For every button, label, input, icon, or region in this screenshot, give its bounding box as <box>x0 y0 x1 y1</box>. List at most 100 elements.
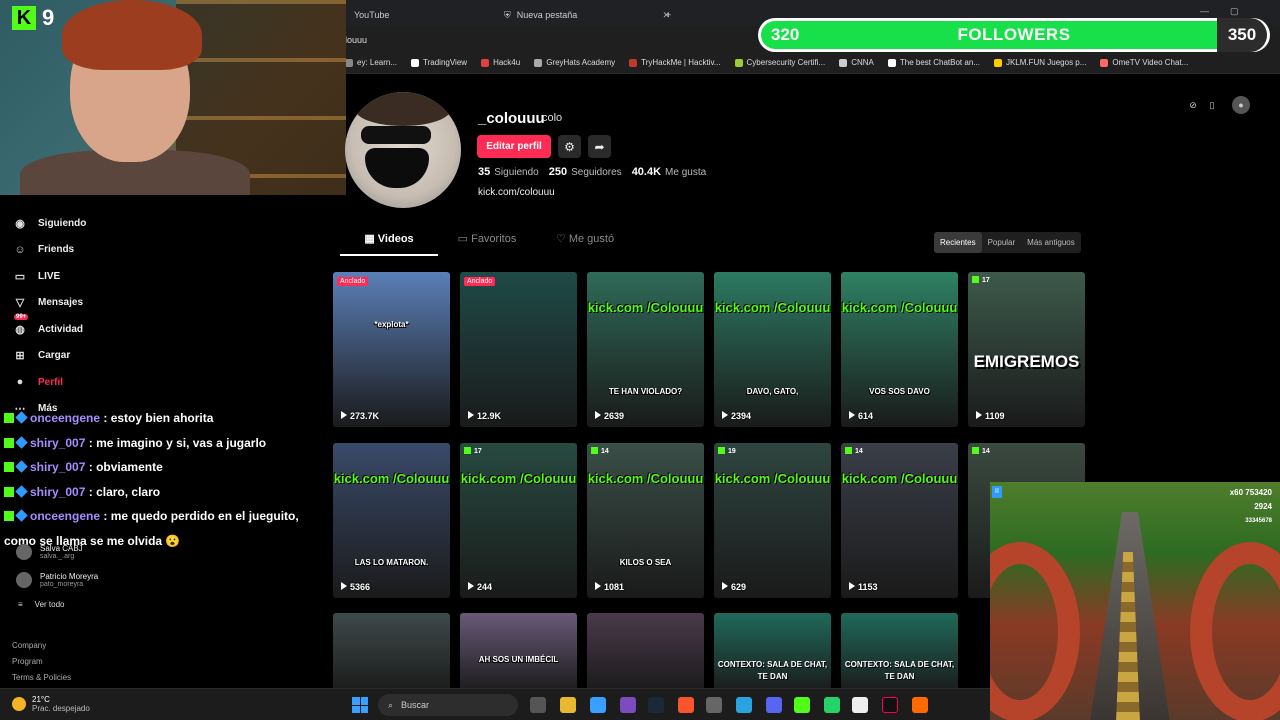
footer-link-company[interactable]: Company <box>12 638 71 654</box>
video-caption: CONTEXTO: SALA DE CHAT, TE DAN <box>717 660 828 681</box>
sidebar-item-cargar[interactable]: ⊞ Cargar <box>12 343 86 370</box>
file-explorer-icon[interactable] <box>560 697 576 713</box>
sidebar-item-mensajes[interactable]: ▽ Mensajes <box>12 290 86 317</box>
following-account[interactable]: Salva CABJ salva._.arg <box>16 538 98 566</box>
sub-badge-icon <box>15 509 28 522</box>
tab-new-tab[interactable]: ⛨ Nueva pestaña ✕ <box>496 4 678 26</box>
bookmark-item[interactable]: Hack4u <box>481 58 520 67</box>
bookmark-item[interactable]: CNNA <box>839 58 874 67</box>
pause-icon[interactable]: II <box>992 486 1002 498</box>
video-thumbnail[interactable]: Anclado *explota* 273.7K <box>333 272 450 427</box>
new-tab-button[interactable]: + <box>658 4 679 26</box>
video-thumbnail[interactable]: AH SOS UN IMBÉCIL <box>460 613 577 693</box>
bookmark-item[interactable]: The best ChatBot an... <box>887 58 980 67</box>
maximize-icon[interactable]: ▢ <box>1230 6 1239 17</box>
bookmark-item[interactable]: ey: Learn... <box>345 58 397 67</box>
video-thumbnail[interactable]: 17 kick.com /Colouuu 244 <box>460 443 577 598</box>
tab-videos[interactable]: ▦ Videos <box>340 232 438 256</box>
video-thumbnail[interactable]: CONTEXTO: SALA DE CHAT, TE DAN <box>714 613 831 693</box>
bookmark-item[interactable]: OmeTV Video Chat... <box>1100 58 1188 67</box>
app-icon[interactable] <box>620 697 636 713</box>
edit-profile-button[interactable]: Editar perfil <box>477 135 551 158</box>
sidebar-item-label: Cargar <box>38 350 71 362</box>
game-overlay: II x60 753420 2924 33345678 <box>990 482 1280 720</box>
sub-badge-icon <box>15 484 28 498</box>
sidebar-item-siguiendo[interactable]: ◉ Siguiendo <box>12 210 86 237</box>
bookmark-label: GreyHats Academy <box>546 58 616 67</box>
bookmark-item[interactable]: GreyHats Academy <box>534 58 615 67</box>
bookmark-item[interactable]: TryHackMe | Hacktiv... <box>629 58 721 67</box>
bookmark-item[interactable]: JKLM.FUN Juegos p... <box>993 58 1086 67</box>
video-thumbnail[interactable]: 14 kick.com /Colouuu KILOS O SEA 1081 <box>587 443 704 598</box>
steam-icon[interactable] <box>648 697 664 713</box>
tab-liked[interactable]: ♡ Me gustó <box>536 232 634 256</box>
stat-followers[interactable]: 250 Seguidores <box>549 166 622 178</box>
minimize-icon[interactable]: — <box>1200 6 1209 16</box>
settings-gear-icon[interactable]: ⚙ <box>558 135 581 158</box>
video-thumbnail[interactable]: 14 kick.com /Colouuu 1153 <box>841 443 958 598</box>
kick-watermark: kick.com /Colouuu <box>714 300 831 315</box>
video-thumbnail[interactable]: kick.com /Colouuu TE HAN VIOLADO? 2639 <box>587 272 704 427</box>
video-thumbnail[interactable]: Anclado 12.9K <box>460 272 577 427</box>
phone-icon[interactable]: ▯ <box>1203 96 1221 114</box>
stat-following[interactable]: 35 Siguiendo <box>478 166 539 178</box>
sidebar-item-label: Siguiendo <box>38 217 87 229</box>
weather-widget[interactable]: 21°C Prac. despejado <box>12 695 90 713</box>
game-coins: 2924 <box>1254 502 1272 511</box>
avatar-hair <box>355 92 451 126</box>
profile-tabs: ▦ Videos ▭ Favoritos ♡ Me gustó <box>340 232 634 256</box>
bookmark-icon <box>839 58 848 67</box>
sort-recent[interactable]: Recientes <box>934 232 982 253</box>
sidebar-nav: ◉ Siguiendo ☺ Friends ▭ LIVE ▽ Mensajes ◍ 99+ Acti… <box>12 210 86 422</box>
bookmark-item[interactable]: Cybersecurity Certifi... <box>734 58 825 67</box>
kick-logo-icon: K <box>12 6 36 30</box>
followers-label: FOLLOWERS <box>957 25 1071 44</box>
bookmark-icon <box>1100 58 1109 67</box>
likes-count: 40.4K <box>631 166 662 178</box>
task-view-icon[interactable] <box>530 697 546 713</box>
taskbar-search[interactable]: ⌕ Buscar <box>378 694 518 716</box>
stat-likes: 40.4K Me gusta <box>632 166 707 178</box>
app-icon-2[interactable] <box>852 697 868 713</box>
kick-watermark: kick.com /Colouuu <box>587 300 704 315</box>
see-all-link[interactable]: ≡ Ver todo <box>18 600 64 609</box>
sort-oldest[interactable]: Más antiguos <box>1021 232 1081 253</box>
video-thumbnail[interactable]: CONTEXTO: SALA DE CHAT, TE DAN <box>841 613 958 693</box>
video-thumbnail[interactable] <box>333 613 450 693</box>
kick-channel-number: 9 <box>42 5 55 30</box>
user-avatar[interactable]: ● <box>1232 96 1250 114</box>
windows-start-icon[interactable] <box>352 697 368 713</box>
video-thumbnail[interactable]: 19 kick.com /Colouuu 629 <box>714 443 831 598</box>
tab-favorites[interactable]: ▭ Favoritos <box>438 232 536 256</box>
kick-icon[interactable] <box>794 697 810 713</box>
sidebar-item-perfil[interactable]: ● Perfil <box>12 369 86 396</box>
profile-link[interactable]: kick.com/colouuu <box>478 187 555 198</box>
footer-link-terms[interactable]: Terms & Policies <box>12 670 71 686</box>
sidebar-item-actividad[interactable]: ◍ 99+ Actividad <box>12 314 86 343</box>
sidebar-item-live[interactable]: ▭ LIVE <box>12 263 86 290</box>
settings-icon[interactable] <box>706 697 722 713</box>
footer-link-program[interactable]: Program <box>12 654 71 670</box>
bookmark-item[interactable]: TradingView <box>411 58 467 67</box>
following-account[interactable]: Patricio Moreyra pato_moreyra <box>16 566 98 594</box>
video-caption: CONTEXTO: SALA DE CHAT, TE DAN <box>844 660 955 681</box>
brave-icon[interactable] <box>678 697 694 713</box>
store-icon[interactable] <box>590 697 606 713</box>
sidebar-item-label: Mensajes <box>38 297 84 309</box>
app-icon-3[interactable] <box>912 697 928 713</box>
tab-youtube[interactable]: YouTube <box>346 4 491 26</box>
chat-text: : estoy bien ahorita <box>103 411 214 425</box>
sidebar-item-friends[interactable]: ☺ Friends <box>12 237 86 264</box>
whatsapp-icon[interactable] <box>824 697 840 713</box>
video-thumbnail[interactable]: kick.com /Colouuu DAVO, GATO, 2394 <box>714 272 831 427</box>
video-thumbnail[interactable]: 17 EMIGREMOS 1109 <box>968 272 1085 427</box>
video-thumbnail[interactable]: kick.com /Colouuu VOS SOS DAVO 614 <box>841 272 958 427</box>
tiktok-icon[interactable] <box>882 697 898 713</box>
video-thumbnail[interactable]: kick.com /Colouuu LAS LO MATARON. 5366 <box>333 443 450 598</box>
sort-popular[interactable]: Popular <box>982 232 1022 253</box>
compass-icon[interactable]: ⊘ <box>1184 96 1202 114</box>
video-thumbnail[interactable] <box>587 613 704 693</box>
share-icon[interactable]: ➦ <box>588 135 611 158</box>
discord-icon[interactable] <box>766 697 782 713</box>
telegram-icon[interactable] <box>736 697 752 713</box>
